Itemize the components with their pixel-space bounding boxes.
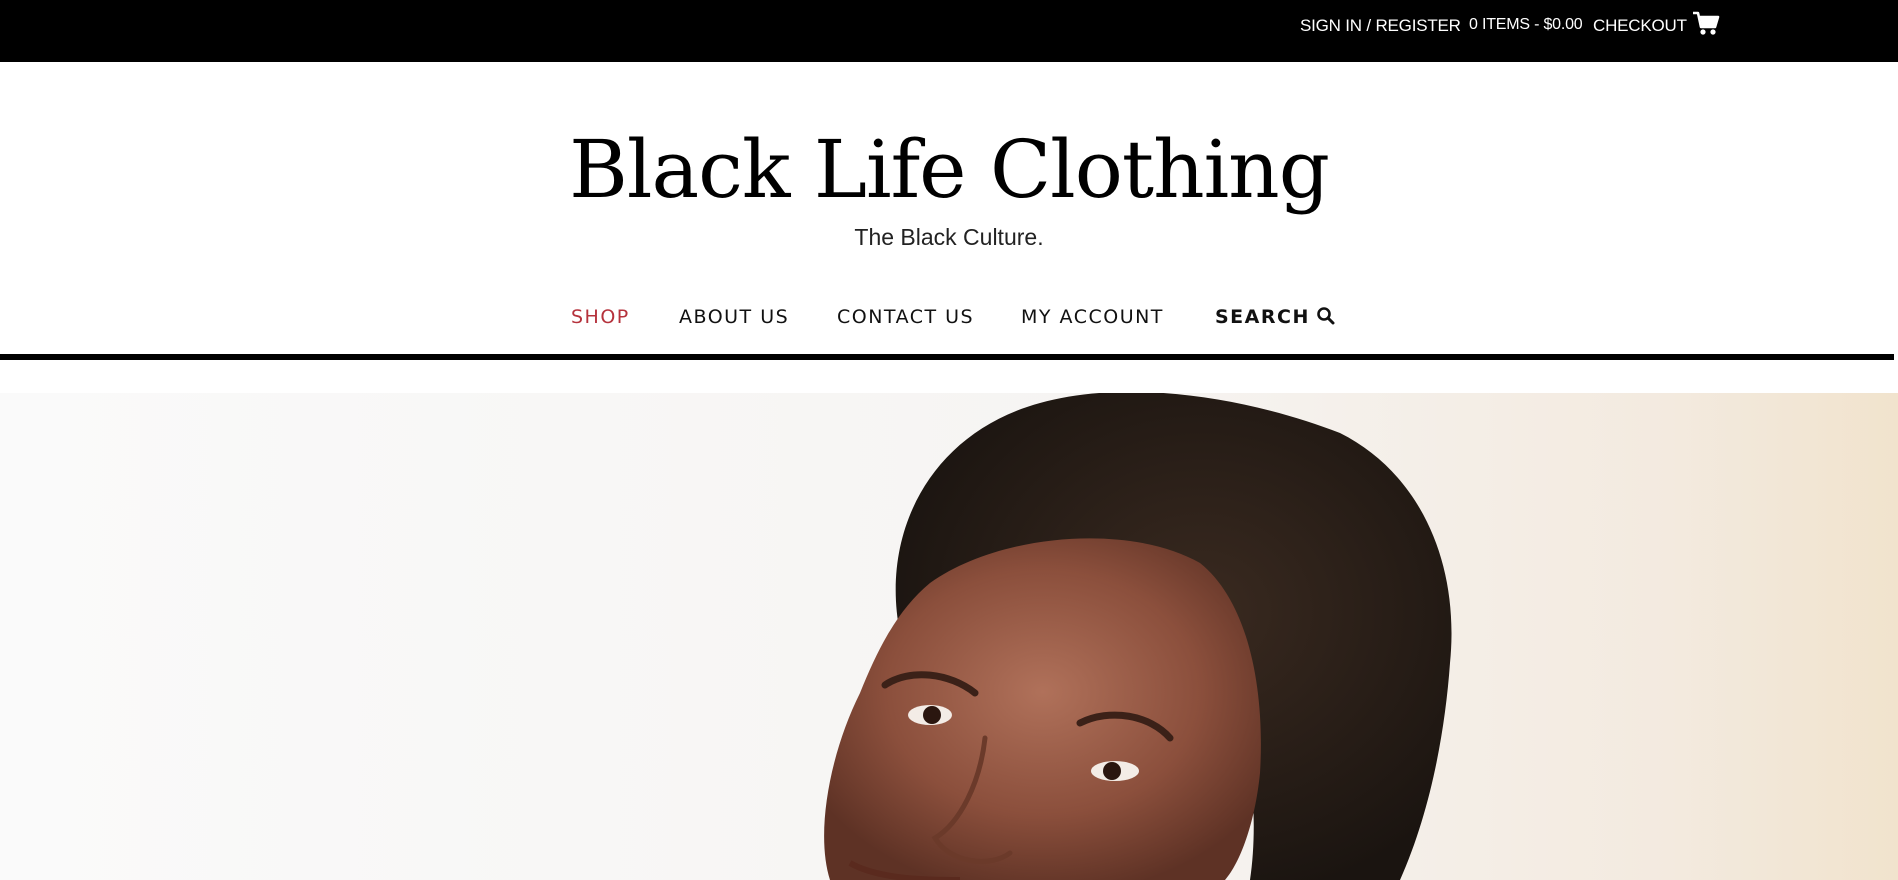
shopping-cart-icon[interactable]: [1692, 10, 1720, 38]
checkout-link[interactable]: CHECKOUT: [1593, 16, 1687, 36]
site-tagline: The Black Culture.: [854, 224, 1044, 250]
nav-search-label: SEARCH: [1215, 306, 1310, 328]
nav-item-about-us[interactable]: ABOUT US: [679, 306, 789, 328]
nav-item-contact-us[interactable]: CONTACT US: [837, 306, 974, 328]
nav-search-button[interactable]: SEARCH: [1215, 306, 1335, 328]
site-title[interactable]: Black Life Clothing: [0, 120, 1898, 220]
sign-in-register-link[interactable]: SIGN IN / REGISTER: [1300, 16, 1461, 36]
hero-image: [0, 393, 1898, 880]
nav-item-my-account[interactable]: MY ACCOUNT: [1021, 306, 1164, 328]
cart-summary-link[interactable]: 0 ITEMS - $0.00: [1469, 16, 1583, 34]
top-bar: SIGN IN / REGISTER 0 ITEMS - $0.00 CHECK…: [0, 0, 1898, 62]
search-icon: [1316, 306, 1335, 325]
nav-item-shop[interactable]: SHOP: [571, 306, 630, 328]
nav-divider: [0, 354, 1894, 360]
